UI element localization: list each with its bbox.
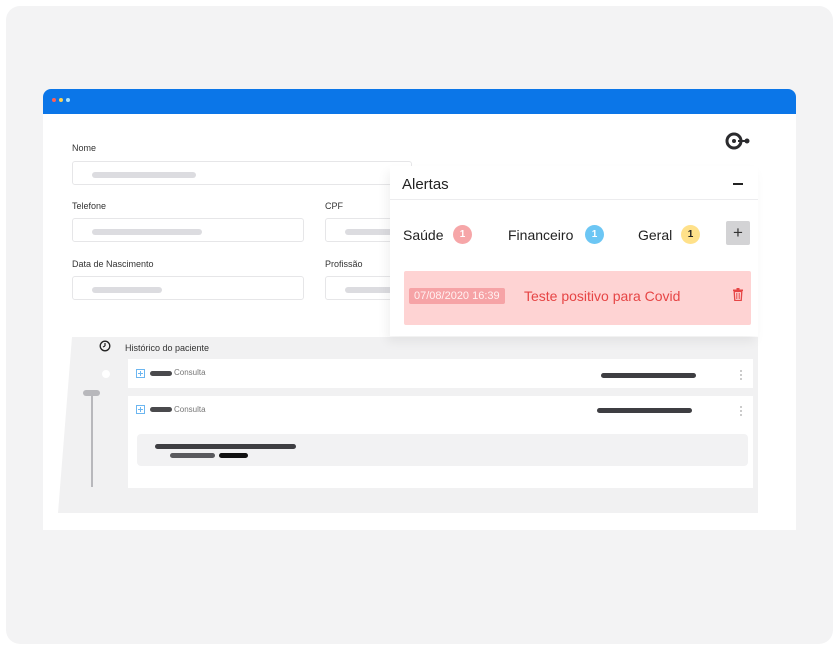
detail-line-skeleton (170, 453, 215, 458)
timeline-line (91, 393, 93, 487)
nome-label: Nome (72, 143, 97, 153)
alert-item[interactable]: 07/08/2020 16:39 Teste positivo para Cov… (404, 271, 751, 325)
input-placeholder-skeleton (92, 229, 202, 235)
nome-input[interactable] (72, 161, 412, 185)
tab-geral[interactable]: Geral (638, 227, 672, 243)
plus-square-icon[interactable] (136, 405, 145, 414)
saude-count-badge: 1 (453, 225, 472, 244)
entry-meta-skeleton (601, 373, 696, 378)
window-maximize-dot[interactable] (66, 98, 70, 102)
nascimento-input[interactable] (72, 276, 304, 300)
entry-name-skeleton (150, 371, 172, 376)
timeline-handle[interactable] (83, 390, 100, 396)
telefone-label: Telefone (72, 201, 107, 211)
entry-detail-box (137, 434, 748, 466)
telefone-input[interactable] (72, 218, 304, 242)
detail-line-skeleton (155, 444, 296, 449)
title-bar (43, 89, 796, 114)
profissao-label: Profissão (325, 259, 363, 269)
tab-financeiro[interactable]: Financeiro (508, 227, 573, 243)
history-entry[interactable]: Consulta (128, 359, 753, 388)
minimize-icon[interactable] (733, 183, 743, 185)
entry-type-label: Consulta (174, 405, 206, 414)
input-placeholder-skeleton (92, 172, 196, 178)
alert-text: Teste positivo para Covid (524, 288, 681, 304)
history-entry[interactable]: Consulta (128, 396, 753, 488)
plus-square-icon[interactable] (136, 369, 145, 378)
kebab-icon[interactable] (739, 405, 743, 417)
kebab-icon[interactable] (739, 369, 743, 381)
nascimento-label: Data de Nascimento (72, 259, 154, 269)
alert-date-badge: 07/08/2020 16:39 (409, 288, 505, 304)
detail-line-skeleton (219, 453, 248, 458)
entry-meta-skeleton (597, 408, 692, 413)
add-alert-button[interactable]: + (726, 221, 750, 245)
logo-icon (725, 132, 750, 150)
timeline-dot (102, 370, 110, 378)
window-close-dot[interactable] (52, 98, 56, 102)
history-title: Histórico do paciente (125, 343, 210, 353)
clock-icon (99, 340, 111, 352)
geral-count-badge: 1 (681, 225, 700, 244)
alerts-title: Alertas (402, 176, 449, 193)
entry-name-skeleton (150, 407, 172, 412)
input-placeholder-skeleton (92, 287, 162, 293)
tab-saude[interactable]: Saúde (403, 227, 443, 243)
alerts-header: Alertas (390, 166, 758, 200)
entry-type-label: Consulta (174, 368, 206, 377)
financeiro-count-badge: 1 (585, 225, 604, 244)
cpf-label: CPF (325, 201, 343, 211)
window-minimize-dot[interactable] (59, 98, 63, 102)
alerts-panel: Alertas Saúde 1 Financeiro 1 Geral 1 + 0… (390, 166, 758, 336)
trash-icon[interactable] (733, 288, 743, 301)
